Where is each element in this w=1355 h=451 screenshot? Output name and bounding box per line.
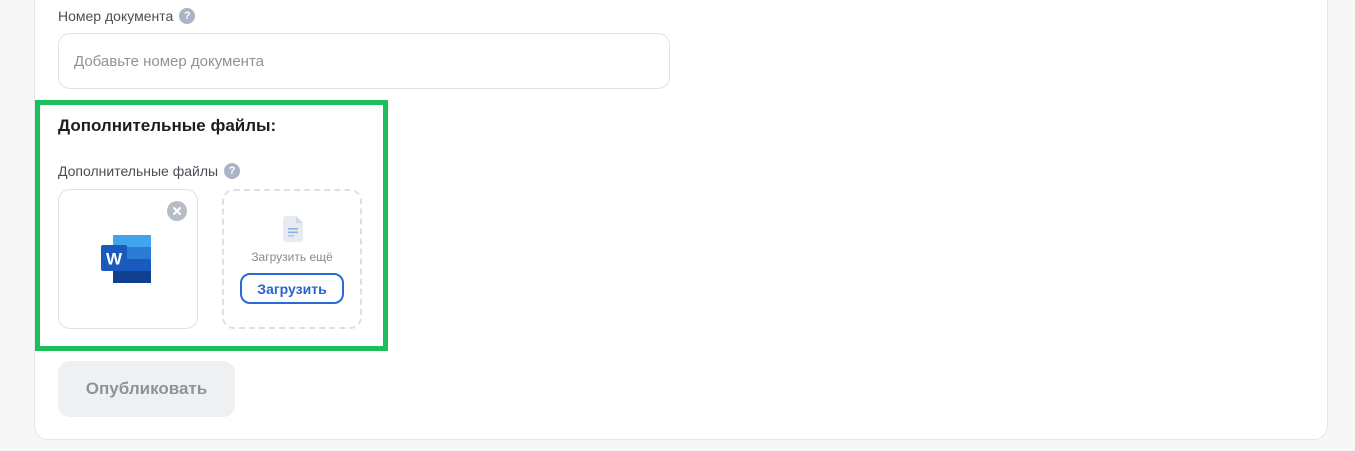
document-number-label-row: Номер документа ? bbox=[58, 7, 196, 25]
svg-text:W: W bbox=[106, 250, 123, 269]
help-icon[interactable]: ? bbox=[224, 163, 241, 179]
word-icon: W bbox=[101, 235, 151, 283]
document-number-label: Номер документа bbox=[58, 8, 174, 24]
file-tile[interactable]: W bbox=[58, 189, 198, 329]
upload-button[interactable]: Загрузить bbox=[240, 273, 344, 304]
remove-file-icon[interactable] bbox=[167, 201, 187, 221]
additional-files-label-row: Дополнительные файлы ? bbox=[58, 162, 241, 180]
additional-files-label: Дополнительные файлы bbox=[58, 163, 219, 179]
publish-button[interactable]: Опубликовать bbox=[58, 361, 235, 417]
document-icon bbox=[283, 216, 303, 242]
section-title: Дополнительные файлы: bbox=[58, 116, 277, 135]
upload-tile[interactable]: Загрузить ещё Загрузить bbox=[222, 189, 362, 329]
upload-more-text: Загрузить ещё bbox=[251, 250, 333, 264]
help-icon[interactable]: ? bbox=[179, 8, 196, 24]
document-number-input[interactable] bbox=[58, 33, 670, 89]
